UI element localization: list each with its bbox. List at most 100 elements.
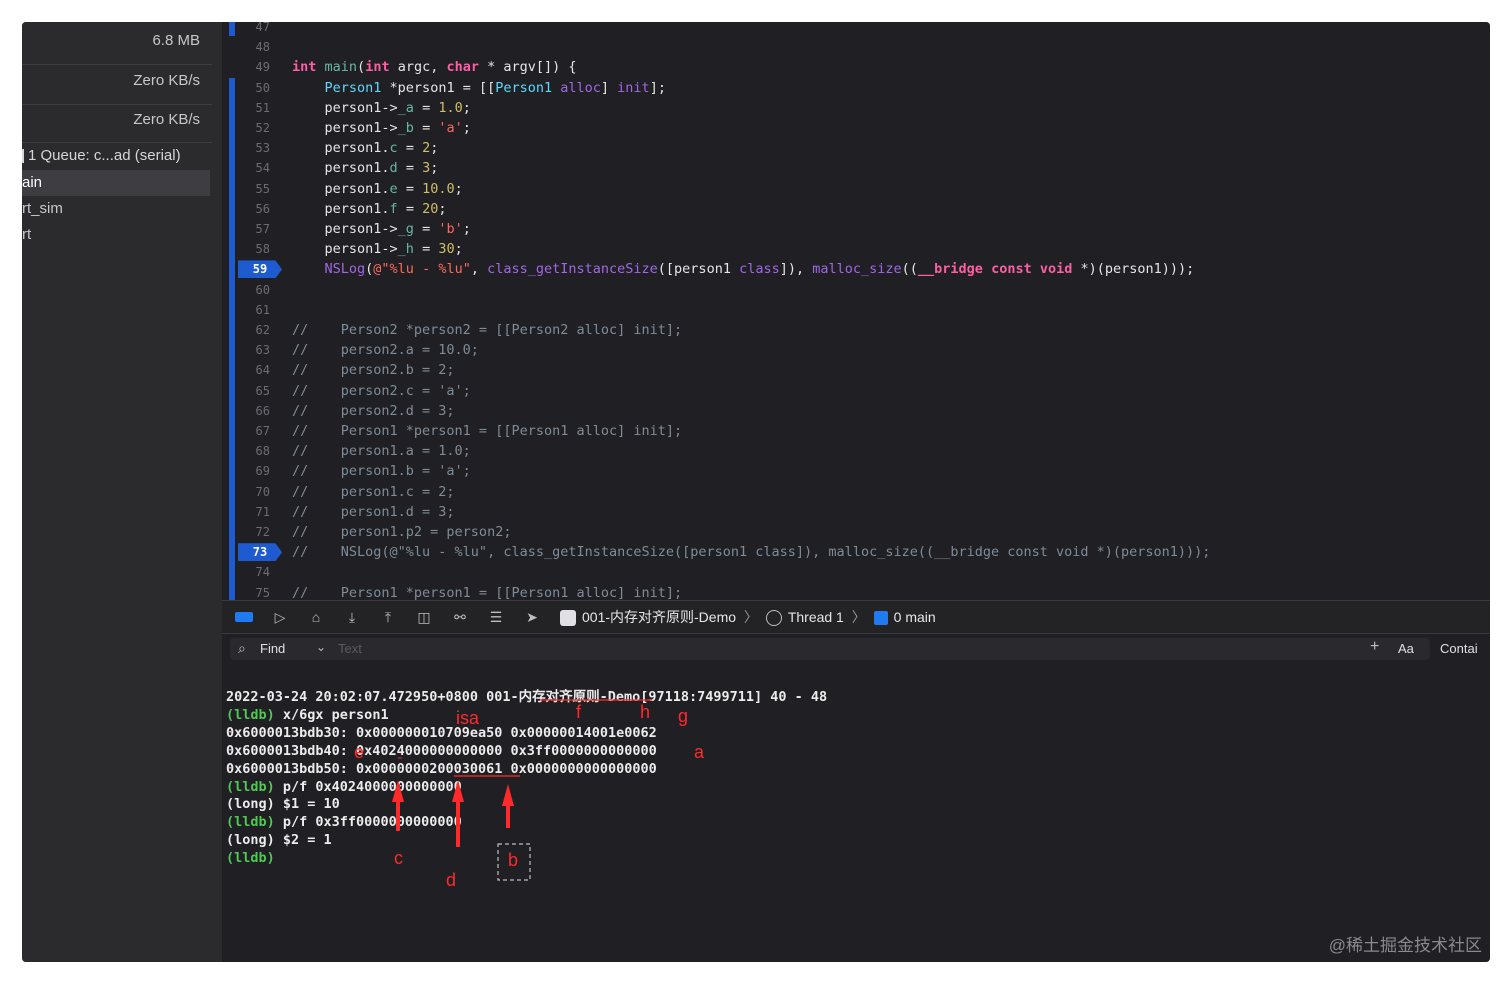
- breadcrumb: 001-内存对齐原则-Demo 〉 Thread 1 〉 0 main: [560, 601, 936, 633]
- code-text: // person1.b = 'a';: [292, 463, 471, 480]
- line-number[interactable]: 57: [238, 219, 270, 239]
- annotation-h: h: [640, 702, 651, 722]
- code-text: // person2.b = 2;: [292, 362, 455, 379]
- stack-frame-start-sim[interactable]: rt_sim: [22, 196, 210, 222]
- match-mode-button[interactable]: Contai: [1440, 641, 1478, 656]
- line-number[interactable]: 56: [238, 199, 270, 219]
- line-number[interactable]: 48: [238, 37, 270, 57]
- code-text: // person1.c = 2;: [292, 483, 455, 500]
- line-number[interactable]: 49: [238, 57, 270, 77]
- line-number[interactable]: 71: [238, 502, 270, 522]
- view-hierarchy-icon[interactable]: ◫: [414, 607, 434, 627]
- line-number[interactable]: 75: [238, 583, 270, 600]
- arrow-b: [502, 784, 514, 806]
- annotation-d: d: [446, 870, 457, 890]
- frame-icon: [873, 611, 888, 626]
- code-text: // Person1 *person1 = [[Person1 alloc] i…: [292, 584, 683, 600]
- thread-label: 1 Queue: c...ad (serial): [28, 147, 181, 164]
- annotation-overlay: [392, 699, 652, 881]
- source-editor[interactable]: 47 48 49 int main(int argc, char * argv[]) …: [222, 22, 1490, 600]
- breakpoints-toggle-icon[interactable]: [234, 607, 254, 627]
- breakpoint-marker[interactable]: 73: [238, 543, 282, 562]
- network-out-gauge[interactable]: Zero KB/s: [133, 111, 200, 128]
- code-text: Person1 *person1 = [[Person1 alloc] init…: [324, 79, 666, 96]
- line-number[interactable]: 58: [238, 239, 270, 259]
- code-text: // person2.c = 'a';: [292, 382, 471, 399]
- thread-icon: [765, 610, 782, 627]
- line-number[interactable]: 63: [238, 340, 270, 360]
- memory-gauge[interactable]: 6.8 MB: [152, 32, 200, 49]
- watermark: @稀土掘金技术社区: [1328, 936, 1482, 955]
- line-number[interactable]: 54: [238, 158, 270, 178]
- app-icon: [560, 610, 576, 627]
- match-case-button[interactable]: Aa: [1398, 641, 1414, 656]
- debug-console[interactable]: 2022-03-24 20:02:07.472950+0800 001-内存对齐…: [222, 664, 1490, 962]
- arrow-d-shaft: [456, 801, 460, 847]
- line-number[interactable]: 65: [238, 381, 270, 401]
- breakpoint-marker[interactable]: 59: [238, 260, 282, 279]
- line-number[interactable]: 60: [238, 280, 270, 300]
- divider: [22, 104, 212, 105]
- line-number[interactable]: 68: [238, 441, 270, 461]
- line-number[interactable]: 50: [238, 78, 270, 98]
- line-number[interactable]: 52: [238, 118, 270, 138]
- line-number[interactable]: 51: [238, 98, 270, 118]
- line-number[interactable]: 66: [238, 401, 270, 421]
- arrow-b-shaft: [506, 804, 510, 828]
- change-bar: [229, 78, 235, 600]
- breadcrumb-target[interactable]: 001-内存对齐原则-Demo: [582, 609, 736, 625]
- stack-frame-start[interactable]: rt: [22, 222, 210, 248]
- step-out-icon[interactable]: ⤒: [378, 607, 398, 627]
- breadcrumb-frame[interactable]: 0 main: [894, 609, 936, 625]
- line-number[interactable]: 53: [238, 138, 270, 158]
- code-text: person1.e = 10.0;: [292, 180, 463, 197]
- find-mode-label[interactable]: Find: [260, 641, 285, 656]
- arrow-c: [392, 780, 404, 802]
- chevron-down-icon[interactable]: ⌄: [316, 640, 326, 654]
- code-text: NSLog(@"%lu - %lu", class_getInstanceSiz…: [324, 261, 1195, 278]
- change-bar: [229, 22, 235, 36]
- find-field[interactable]: ⌕ Find ⌄ Text +: [230, 638, 1430, 660]
- breadcrumb-thread[interactable]: Thread 1: [788, 609, 844, 625]
- line-number[interactable]: 62: [238, 320, 270, 340]
- xcode-window: 6.8 MB Zero KB/s Zero KB/s 1 Queue: c...…: [22, 22, 1490, 962]
- line-number[interactable]: 47: [238, 22, 270, 37]
- network-in-gauge[interactable]: Zero KB/s: [133, 72, 200, 89]
- line-number[interactable]: 55: [238, 179, 270, 199]
- chevron-right-icon: 〉: [851, 609, 866, 625]
- memory-graph-icon[interactable]: ⚯: [450, 607, 470, 627]
- annotation-g: g: [678, 706, 689, 726]
- line-number[interactable]: 64: [238, 360, 270, 380]
- chevron-right-icon: 〉: [743, 609, 758, 625]
- environment-overrides-icon[interactable]: ☰: [486, 607, 506, 627]
- code-text: // person2.d = 3;: [292, 402, 455, 419]
- step-into-icon[interactable]: ⤓: [342, 607, 362, 627]
- debug-bar: ▷ ⌂ ⤓ ⤒ ◫ ⚯ ☰ ➤ 001-内存对齐原则-Demo 〉 Thread…: [222, 600, 1490, 634]
- code-text: person1->_h = 30;: [292, 241, 463, 258]
- line-number[interactable]: 72: [238, 522, 270, 542]
- step-over-icon[interactable]: ⌂: [306, 607, 326, 627]
- annotation-b: b: [508, 850, 519, 870]
- arrow-c-shaft: [396, 801, 400, 831]
- find-input[interactable]: Text: [338, 641, 362, 656]
- simulate-location-icon[interactable]: ➤: [522, 607, 542, 627]
- add-icon[interactable]: +: [1370, 638, 1379, 656]
- line-number[interactable]: 70: [238, 482, 270, 502]
- line-number[interactable]: 74: [238, 562, 270, 582]
- debug-navigator: 6.8 MB Zero KB/s Zero KB/s 1 Queue: c...…: [22, 22, 222, 962]
- stack-frame-main[interactable]: ain: [22, 170, 210, 196]
- line-number[interactable]: 69: [238, 461, 270, 481]
- thread-row[interactable]: 1 Queue: c...ad (serial): [22, 147, 181, 164]
- console-find-bar: ⌕ Find ⌄ Text + Aa Contai: [222, 634, 1490, 664]
- divider: [22, 142, 212, 143]
- code-text: person1->_a = 1.0;: [292, 99, 471, 116]
- annotation-isa: isa: [456, 708, 480, 728]
- code-text: person1.f = 20;: [292, 200, 447, 217]
- code-text: person1.c = 2;: [292, 140, 439, 157]
- line-number[interactable]: 67: [238, 421, 270, 441]
- thread-icon: [22, 149, 24, 164]
- line-number[interactable]: 61: [238, 300, 270, 320]
- code-text: // Person1 *person1 = [[Person1 alloc] i…: [292, 423, 683, 439]
- continue-icon[interactable]: ▷: [270, 607, 290, 627]
- annotation-a: a: [694, 742, 705, 762]
